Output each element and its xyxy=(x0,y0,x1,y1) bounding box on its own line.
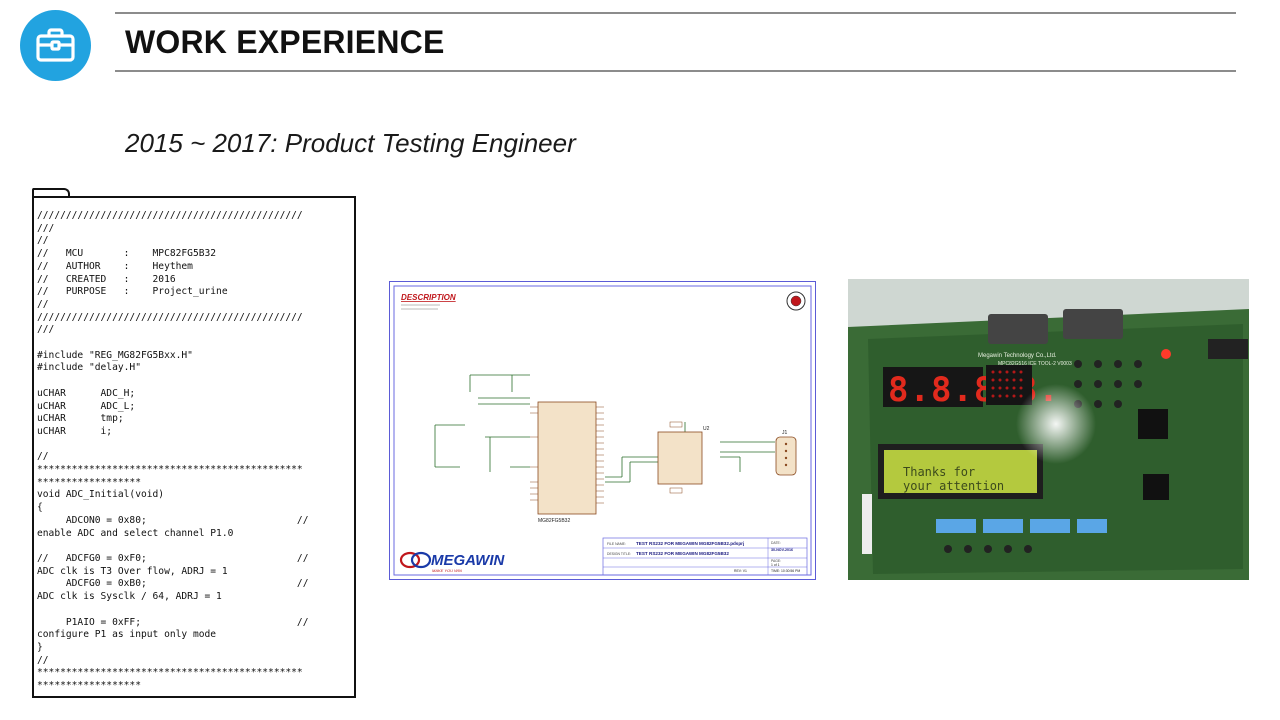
header-rule-top xyxy=(115,12,1236,14)
megawin-logo: MEGAWIN MAKE YOU WIN xyxy=(399,551,505,573)
schematic-image: DESCRIPTION MG82FG5B32 U2 J1 FILE NAME: … xyxy=(389,281,816,580)
board-maker-label: Megawin Technology Co.,Ltd. xyxy=(978,353,1057,359)
schematic-page: 1 of 1 xyxy=(771,563,780,567)
schematic-design-title: TEST RS232 FOR MEGAWIN MG82FG5B32 xyxy=(636,551,729,556)
schematic-rev: REV: V1 xyxy=(734,569,747,573)
lcd-line-2: your attention xyxy=(903,479,1004,493)
header-rule-bottom xyxy=(115,70,1236,72)
schematic-time: TIME: 10:30:56 PM xyxy=(771,569,800,573)
schematic-date: 30-NOV-2016 xyxy=(771,548,793,552)
chip-u2-label: U2 xyxy=(703,426,710,432)
board-model-label: MPC82G516 ICE TOOL-2 V0003 xyxy=(998,361,1072,367)
page-title: WORK EXPERIENCE xyxy=(125,24,445,60)
schematic-description-label: DESCRIPTION xyxy=(401,293,456,302)
design-title-label: DESIGN TITLE: xyxy=(607,552,631,556)
svg-text:MAKE YOU WIN: MAKE YOU WIN xyxy=(432,568,462,573)
schematic-file-name: TEST RS232 FOR MEGAWIN MG82FG5B32.pdsprj xyxy=(636,541,744,546)
section-icon-badge xyxy=(20,10,91,81)
job-title: 2015 ~ 2017: Product Testing Engineer xyxy=(125,128,576,158)
file-name-label: FILE NAME: xyxy=(607,542,626,546)
connector-label: J1 xyxy=(782,430,788,436)
source-code: ////////////////////////////////////////… xyxy=(37,210,309,692)
briefcase-icon xyxy=(36,28,75,62)
svg-text:MEGAWIN: MEGAWIN xyxy=(431,552,505,569)
chip-u1-label: MG82FG5B32 xyxy=(538,518,570,524)
dev-board-photo: 8.8.8.8. Megawin Technology Co.,Ltd. MPC… xyxy=(848,279,1249,580)
date-label: DATE: xyxy=(771,541,781,545)
code-panel: ////////////////////////////////////////… xyxy=(32,196,356,698)
lcd-line-1: Thanks for xyxy=(903,465,975,479)
